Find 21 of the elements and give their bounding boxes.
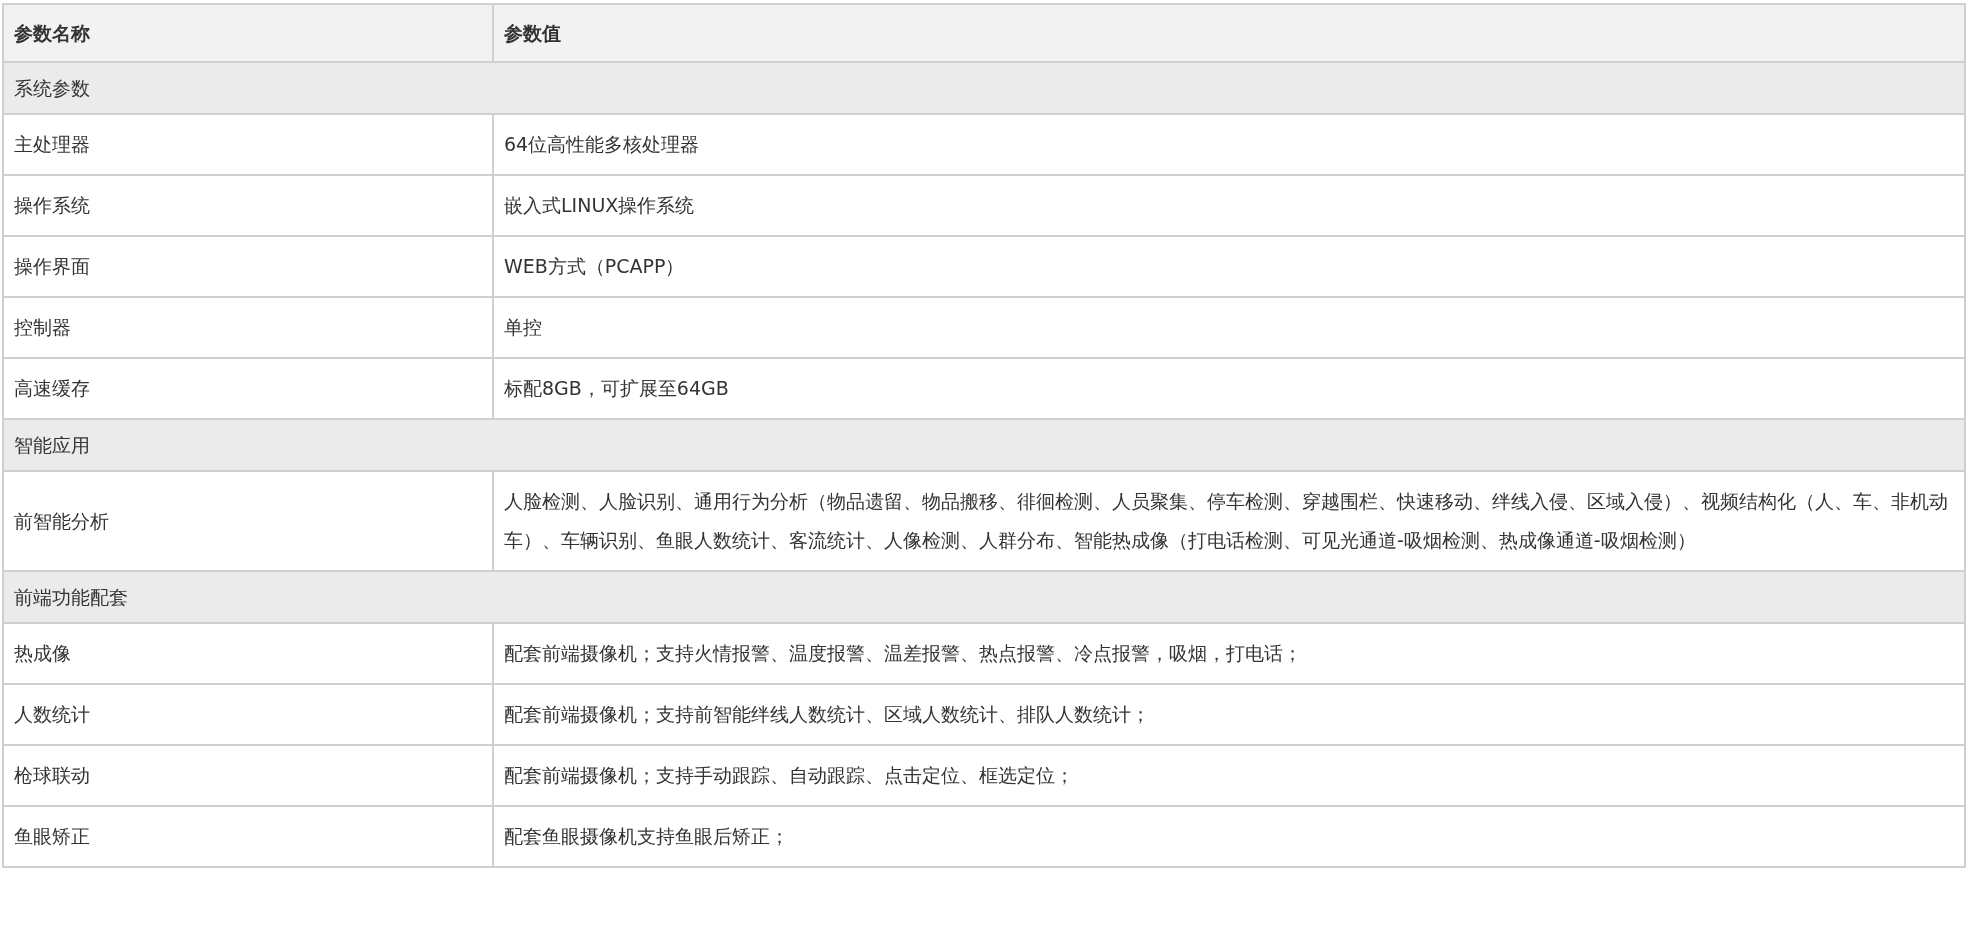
- parameter-name: 枪球联动: [3, 745, 493, 806]
- parameter-name: 热成像: [3, 623, 493, 684]
- parameter-value: 配套前端摄像机；支持前智能绊线人数统计、区域人数统计、排队人数统计；: [493, 684, 1965, 745]
- parameter-value: WEB方式（PCAPP）: [493, 236, 1965, 297]
- column-header: 参数名称: [3, 4, 493, 62]
- section-header: 前端功能配套: [3, 571, 1965, 623]
- parameter-value: 单控: [493, 297, 1965, 358]
- parameter-name: 操作系统: [3, 175, 493, 236]
- section-header: 系统参数: [3, 62, 1965, 114]
- parameter-value: 嵌入式LINUX操作系统: [493, 175, 1965, 236]
- section-header: 智能应用: [3, 419, 1965, 471]
- parameter-value: 64位高性能多核处理器: [493, 114, 1965, 175]
- parameter-name: 人数统计: [3, 684, 493, 745]
- parameter-name: 主处理器: [3, 114, 493, 175]
- parameter-name: 鱼眼矫正: [3, 806, 493, 867]
- parameter-value: 配套前端摄像机；支持火情报警、温度报警、温差报警、热点报警、冷点报警，吸烟，打电话；: [493, 623, 1965, 684]
- parameter-name: 操作界面: [3, 236, 493, 297]
- parameter-value: 配套鱼眼摄像机支持鱼眼后矫正；: [493, 806, 1965, 867]
- parameter-name: 控制器: [3, 297, 493, 358]
- column-header: 参数值: [493, 4, 1965, 62]
- parameter-value: 配套前端摄像机；支持手动跟踪、自动跟踪、点击定位、框选定位；: [493, 745, 1965, 806]
